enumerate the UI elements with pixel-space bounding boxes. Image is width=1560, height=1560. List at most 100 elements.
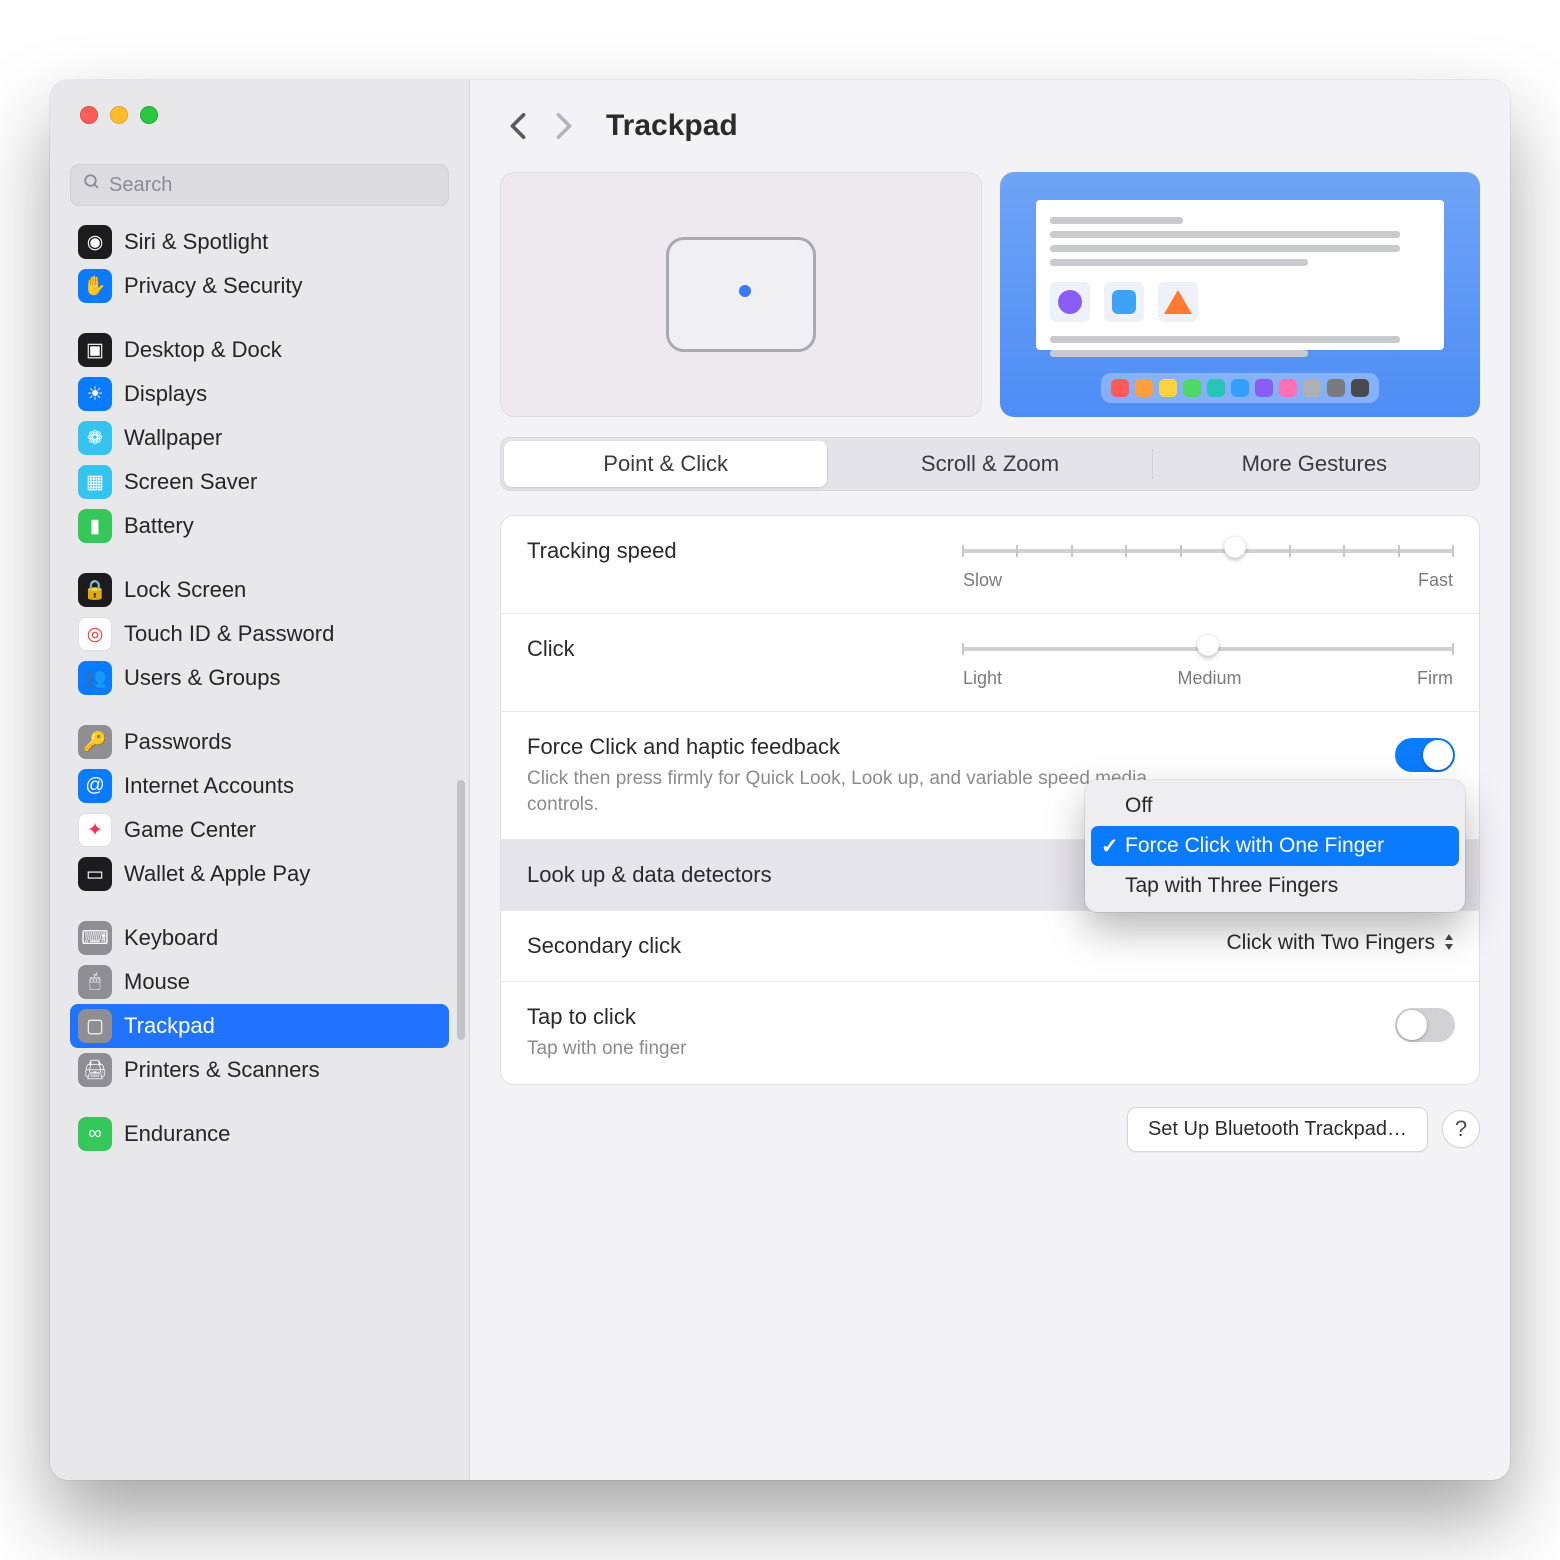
endurance-icon: ∞ [78, 1117, 112, 1151]
sidebar-scrollbar[interactable] [457, 780, 465, 1040]
click-label: Click [527, 636, 575, 662]
siri-spotlight-icon: ◉ [78, 225, 112, 259]
sidebar-item-wallet-apple-pay[interactable]: ▭ Wallet & Apple Pay [70, 852, 449, 896]
row-secondary-click: Secondary click Click with Two Fingers [501, 911, 1479, 982]
tab-more-gestures[interactable]: More Gestures [1153, 441, 1476, 487]
sidebar-item-label: Privacy & Security [124, 273, 303, 299]
wallpaper-icon: ❁ [78, 421, 112, 455]
sidebar-item-label: Screen Saver [124, 469, 257, 495]
trackpad-preview [500, 172, 982, 417]
sidebar-item-game-center[interactable]: ✦Game Center [70, 808, 449, 852]
sidebar-item-users-groups[interactable]: 👥Users & Groups [70, 656, 449, 700]
search-placeholder: Search [109, 174, 172, 197]
updown-icon [1443, 932, 1455, 954]
secondary-click-select[interactable]: Click with Two Fingers [1226, 931, 1455, 955]
tracking-speed-label: Tracking speed [527, 538, 677, 564]
tap-to-click-toggle[interactable] [1395, 1008, 1455, 1042]
sidebar-item-label: Touch ID & Password [124, 621, 334, 647]
tracking-speed-slider[interactable] [963, 542, 1453, 558]
sidebar-item-displays[interactable]: ☀Displays [70, 372, 449, 416]
close-window-button[interactable] [80, 106, 98, 124]
sidebar: Search ◉ Siri & Spotlight ✋ Privacy & Secur… [50, 80, 470, 1480]
click-light-label: Light [963, 668, 1002, 689]
sidebar-item-mouse[interactable]: 🖱 Mouse [70, 960, 449, 1004]
help-button[interactable]: ? [1442, 1110, 1480, 1148]
lookup-option-off[interactable]: Off [1091, 786, 1459, 826]
sidebar-item-label: Siri & Spotlight [124, 229, 268, 255]
sidebar-item-endurance[interactable]: ∞ Endurance [70, 1112, 449, 1156]
tap-to-click-label: Tap to click [527, 1004, 1453, 1030]
sidebar-item-label: Keyboard [124, 925, 218, 951]
sidebar-item-battery[interactable]: ▮Battery [70, 504, 449, 548]
forward-button[interactable] [544, 106, 584, 146]
secondary-click-value: Click with Two Fingers [1226, 931, 1435, 955]
sidebar-item-desktop-dock[interactable]: ▣ Desktop & Dock [70, 328, 449, 372]
keyboard-icon: ⌨ [78, 921, 112, 955]
desktop-dock-icon: ▣ [78, 333, 112, 367]
sidebar-item-wallpaper[interactable]: ❁ Wallpaper [70, 416, 449, 460]
trackpad-icon [666, 237, 816, 352]
force-click-toggle[interactable] [1395, 738, 1455, 772]
titlebar: Trackpad [470, 80, 1510, 172]
sidebar-item-label: Desktop & Dock [124, 337, 282, 363]
lock-screen-icon: 🔒 [78, 573, 112, 607]
users-groups-icon: 👥 [78, 661, 112, 695]
main-pane: Trackpad [470, 80, 1510, 1480]
sidebar-item-trackpad[interactable]: ▢ Trackpad [70, 1004, 449, 1048]
sidebar-item-label: Trackpad [124, 1013, 215, 1039]
touch-id-password-icon: ◎ [78, 617, 112, 651]
sidebar-item-lock-screen[interactable]: 🔒Lock Screen [70, 568, 449, 612]
back-button[interactable] [498, 106, 538, 146]
lookup-option-force-click[interactable]: Force Click with One Finger [1091, 826, 1459, 866]
gesture-preview [1000, 172, 1480, 417]
sidebar-item-label: Internet Accounts [124, 773, 294, 799]
tracking-fast-label: Fast [1418, 570, 1453, 591]
search-input[interactable]: Search [70, 164, 449, 206]
sidebar-item-passwords[interactable]: 🔑Passwords [70, 720, 449, 764]
lookup-popup: Off Force Click with One Finger Tap with… [1085, 780, 1465, 912]
tracking-slow-label: Slow [963, 570, 1002, 591]
sidebar-item-label: Mouse [124, 969, 190, 995]
sidebar-item-keyboard[interactable]: ⌨ Keyboard [70, 916, 449, 960]
sidebar-list: ◉ Siri & Spotlight ✋ Privacy & Security ▣ Des… [50, 220, 469, 1480]
footer: Set Up Bluetooth Trackpad… ? [500, 1107, 1480, 1152]
sidebar-item-screen-saver[interactable]: ▦ Screen Saver [70, 460, 449, 504]
trackpad-icon: ▢ [78, 1009, 112, 1043]
passwords-icon: 🔑 [78, 725, 112, 759]
sidebar-item-label: Endurance [124, 1121, 230, 1147]
setup-bluetooth-trackpad-button[interactable]: Set Up Bluetooth Trackpad… [1127, 1107, 1428, 1152]
click-firm-label: Firm [1417, 668, 1453, 689]
sidebar-item-siri-spotlight[interactable]: ◉ Siri & Spotlight [70, 220, 449, 264]
wallet-apple-pay-icon: ▭ [78, 857, 112, 891]
row-tap-to-click: Tap to click Tap with one finger [501, 982, 1479, 1084]
sidebar-item-label: Wallet & Apple Pay [124, 861, 310, 887]
zoom-window-button[interactable] [140, 106, 158, 124]
sidebar-item-label: Displays [124, 381, 207, 407]
force-click-label: Force Click and haptic feedback [527, 734, 1453, 760]
row-click: Click Light Medium Firm [501, 614, 1479, 712]
tap-to-click-description: Tap with one finger [527, 1036, 1167, 1062]
tab-scroll-zoom[interactable]: Scroll & Zoom [828, 441, 1151, 487]
click-slider[interactable] [963, 640, 1453, 656]
sidebar-item-label: Battery [124, 513, 194, 539]
minimize-window-button[interactable] [110, 106, 128, 124]
privacy-security-icon: ✋ [78, 269, 112, 303]
printers-scanners-icon: 🖨 [78, 1053, 112, 1087]
sidebar-item-internet-accounts[interactable]: @ Internet Accounts [70, 764, 449, 808]
search-icon [83, 173, 101, 197]
sidebar-item-label: Wallpaper [124, 425, 222, 451]
internet-accounts-icon: @ [78, 769, 112, 803]
tab-point-click[interactable]: Point & Click [504, 441, 827, 487]
tabs: Point & Click Scroll & Zoom More Gesture… [500, 437, 1480, 491]
row-tracking-speed: Tracking speed Slow Fast [501, 516, 1479, 614]
force-click-description: Click then press firmly for Quick Look, … [527, 766, 1167, 817]
mouse-icon: 🖱 [78, 965, 112, 999]
system-settings-window: Search ◉ Siri & Spotlight ✋ Privacy & Secur… [50, 80, 1510, 1480]
click-medium-label: Medium [1178, 668, 1242, 689]
sidebar-item-printers-scanners[interactable]: 🖨Printers & Scanners [70, 1048, 449, 1092]
screen-saver-icon: ▦ [78, 465, 112, 499]
lookup-option-tap-three[interactable]: Tap with Three Fingers [1091, 866, 1459, 906]
sidebar-item-privacy-security[interactable]: ✋ Privacy & Security [70, 264, 449, 308]
sidebar-item-touch-id-password[interactable]: ◎ Touch ID & Password [70, 612, 449, 656]
sidebar-item-label: Game Center [124, 817, 256, 843]
